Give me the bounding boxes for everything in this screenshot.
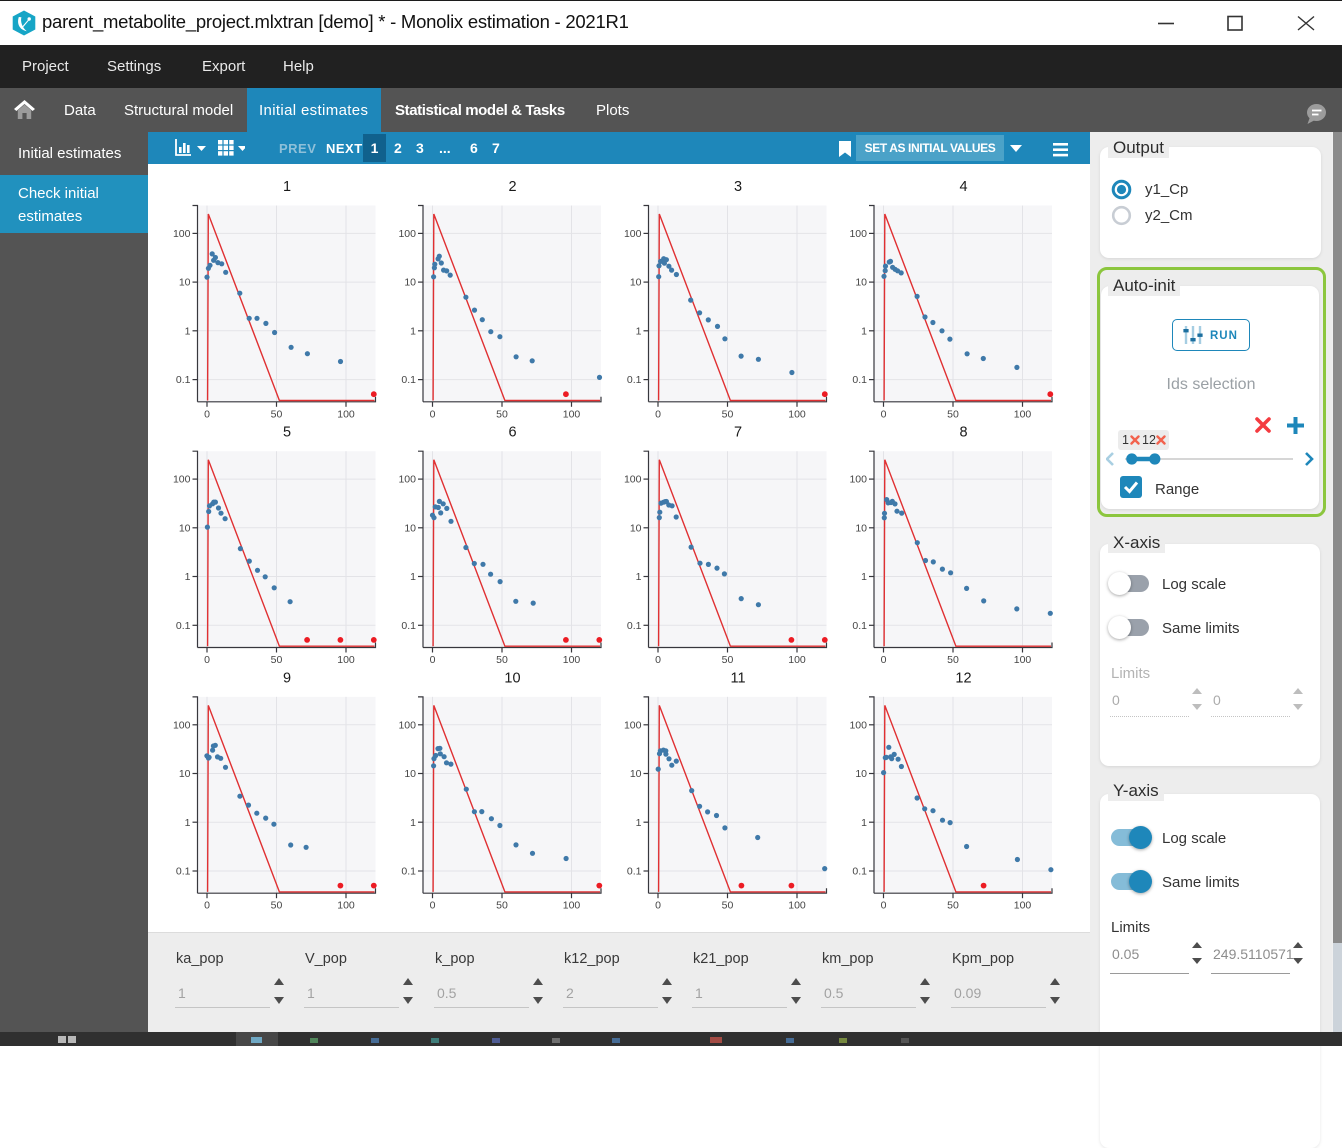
- svg-text:1: 1: [636, 817, 642, 829]
- svg-text:6: 6: [508, 425, 516, 441]
- svg-text:1: 1: [636, 325, 642, 337]
- svg-text:5: 5: [283, 425, 291, 441]
- svg-text:50: 50: [271, 900, 283, 912]
- svg-text:10: 10: [855, 768, 867, 780]
- svg-text:2: 2: [508, 179, 516, 195]
- svg-text:0.1: 0.1: [852, 374, 867, 386]
- svg-text:0.1: 0.1: [627, 374, 642, 386]
- svg-text:50: 50: [722, 408, 734, 420]
- svg-text:0.1: 0.1: [401, 866, 416, 878]
- svg-text:100: 100: [173, 719, 191, 731]
- svg-text:10: 10: [630, 277, 642, 289]
- svg-text:100: 100: [398, 228, 416, 240]
- svg-text:0: 0: [655, 900, 661, 912]
- svg-text:50: 50: [947, 900, 959, 912]
- svg-text:0.1: 0.1: [176, 620, 191, 632]
- svg-text:0: 0: [204, 900, 210, 912]
- svg-text:100: 100: [173, 474, 191, 486]
- svg-text:50: 50: [496, 900, 508, 912]
- svg-text:1: 1: [636, 571, 642, 583]
- svg-text:0: 0: [430, 900, 436, 912]
- svg-text:0.1: 0.1: [176, 374, 191, 386]
- svg-text:100: 100: [1014, 654, 1032, 666]
- svg-text:10: 10: [179, 277, 191, 289]
- svg-text:100: 100: [624, 228, 642, 240]
- svg-text:3: 3: [734, 179, 742, 195]
- svg-text:10: 10: [630, 768, 642, 780]
- svg-text:0.1: 0.1: [401, 620, 416, 632]
- svg-text:0: 0: [430, 408, 436, 420]
- svg-text:1: 1: [185, 817, 191, 829]
- svg-text:50: 50: [496, 408, 508, 420]
- svg-text:10: 10: [630, 522, 642, 534]
- svg-text:0: 0: [881, 408, 887, 420]
- svg-text:7: 7: [734, 425, 742, 441]
- svg-text:100: 100: [398, 474, 416, 486]
- svg-text:1: 1: [410, 571, 416, 583]
- svg-text:1: 1: [861, 571, 867, 583]
- svg-text:100: 100: [337, 654, 355, 666]
- svg-text:0.1: 0.1: [176, 866, 191, 878]
- svg-text:50: 50: [722, 900, 734, 912]
- svg-text:1: 1: [185, 571, 191, 583]
- svg-text:10: 10: [855, 522, 867, 534]
- svg-text:100: 100: [849, 228, 867, 240]
- svg-text:10: 10: [504, 670, 520, 686]
- svg-text:100: 100: [398, 719, 416, 731]
- svg-text:10: 10: [404, 522, 416, 534]
- svg-text:10: 10: [179, 522, 191, 534]
- svg-text:50: 50: [947, 654, 959, 666]
- svg-text:10: 10: [179, 768, 191, 780]
- svg-text:12: 12: [955, 670, 971, 686]
- svg-text:50: 50: [271, 408, 283, 420]
- svg-text:0: 0: [430, 654, 436, 666]
- svg-text:0: 0: [881, 900, 887, 912]
- svg-text:100: 100: [1014, 900, 1032, 912]
- svg-text:100: 100: [624, 719, 642, 731]
- svg-text:100: 100: [849, 474, 867, 486]
- svg-text:50: 50: [722, 654, 734, 666]
- svg-text:1: 1: [410, 325, 416, 337]
- svg-text:0: 0: [204, 408, 210, 420]
- svg-text:100: 100: [788, 900, 806, 912]
- svg-text:0: 0: [655, 408, 661, 420]
- svg-text:1: 1: [861, 817, 867, 829]
- svg-text:0.1: 0.1: [852, 620, 867, 632]
- svg-text:0.1: 0.1: [627, 620, 642, 632]
- svg-text:50: 50: [496, 654, 508, 666]
- svg-text:100: 100: [788, 408, 806, 420]
- svg-text:50: 50: [271, 654, 283, 666]
- svg-text:0.1: 0.1: [852, 866, 867, 878]
- svg-text:0.1: 0.1: [401, 374, 416, 386]
- svg-text:9: 9: [283, 670, 291, 686]
- svg-text:100: 100: [337, 408, 355, 420]
- svg-text:50: 50: [947, 408, 959, 420]
- svg-text:0: 0: [655, 654, 661, 666]
- svg-text:100: 100: [849, 719, 867, 731]
- svg-text:100: 100: [563, 408, 581, 420]
- svg-text:10: 10: [404, 768, 416, 780]
- svg-text:100: 100: [337, 900, 355, 912]
- svg-text:0.1: 0.1: [627, 866, 642, 878]
- svg-text:1: 1: [410, 817, 416, 829]
- svg-text:100: 100: [1014, 408, 1032, 420]
- svg-text:100: 100: [173, 228, 191, 240]
- svg-text:0: 0: [881, 654, 887, 666]
- svg-text:100: 100: [624, 474, 642, 486]
- svg-text:10: 10: [404, 277, 416, 289]
- svg-text:1: 1: [185, 325, 191, 337]
- svg-text:100: 100: [788, 654, 806, 666]
- svg-text:10: 10: [855, 277, 867, 289]
- svg-text:0: 0: [204, 654, 210, 666]
- svg-text:1: 1: [861, 325, 867, 337]
- svg-text:100: 100: [563, 654, 581, 666]
- svg-text:100: 100: [563, 900, 581, 912]
- svg-text:11: 11: [730, 670, 745, 686]
- svg-text:4: 4: [959, 179, 967, 195]
- svg-text:8: 8: [959, 425, 967, 441]
- svg-text:1: 1: [283, 179, 291, 195]
